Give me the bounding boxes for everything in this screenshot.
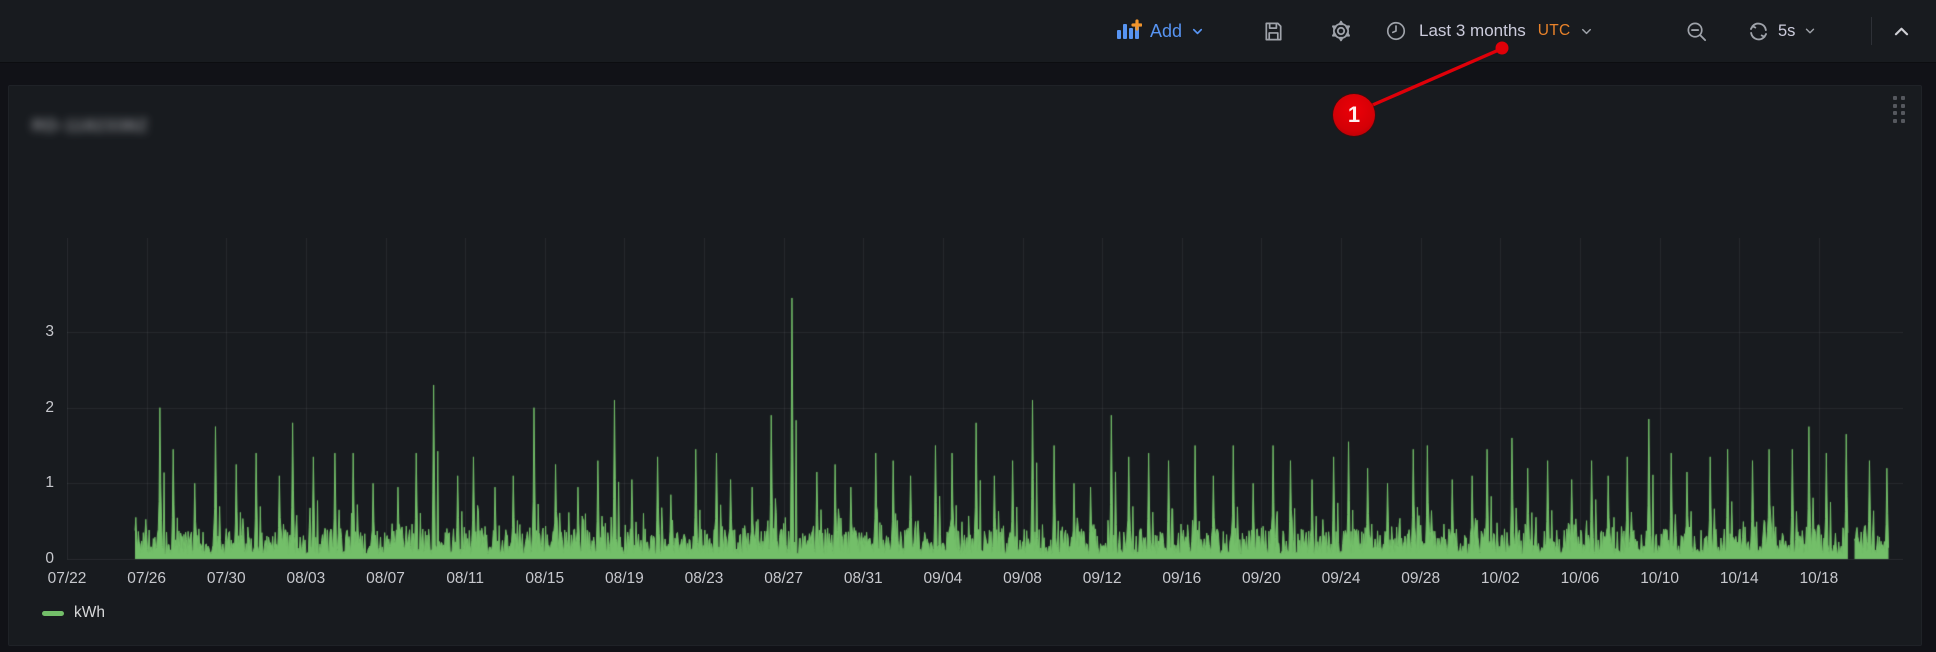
chevron-down-icon xyxy=(1803,24,1817,38)
x-tick-label: 08/03 xyxy=(266,570,346,588)
refresh-picker[interactable]: 5s xyxy=(1747,0,1817,62)
panel-title-redacted: RD-1182338Z xyxy=(32,116,149,136)
legend-series-swatch xyxy=(42,611,64,616)
y-tick-label: 0 xyxy=(14,549,54,569)
x-tick-label: 10/06 xyxy=(1540,570,1620,588)
save-dashboard-button[interactable] xyxy=(1262,0,1285,62)
add-button-label: Add xyxy=(1150,21,1182,42)
x-tick-label: 08/31 xyxy=(823,570,903,588)
panel-drag-handle[interactable] xyxy=(1893,96,1905,123)
x-tick-label: 08/19 xyxy=(584,570,664,588)
x-tick-label: 07/30 xyxy=(186,570,266,588)
annotation-number: 1 xyxy=(1348,102,1360,128)
timezone-label: UTC xyxy=(1538,22,1571,40)
annotation-marker-1: 1 xyxy=(1333,94,1375,136)
dashboard-toolbar: Add Last 3 months UTC xyxy=(0,0,1936,63)
legend-item-kwh[interactable]: kWh xyxy=(42,604,105,622)
bar-chart-plus-icon xyxy=(1116,19,1142,43)
chevron-up-icon xyxy=(1892,22,1911,41)
legend-series-label: kWh xyxy=(74,604,105,622)
zoom-out-time-button[interactable] xyxy=(1685,0,1708,62)
x-tick-label: 09/28 xyxy=(1381,570,1461,588)
y-tick-label: 3 xyxy=(14,322,54,342)
x-tick-label: 10/02 xyxy=(1460,570,1540,588)
clock-icon xyxy=(1385,20,1407,42)
x-tick-label: 07/26 xyxy=(107,570,187,588)
chevron-down-icon xyxy=(1579,24,1594,39)
x-tick-label: 08/07 xyxy=(346,570,426,588)
zoom-out-icon xyxy=(1685,20,1708,43)
add-panel-button[interactable]: Add xyxy=(1116,0,1205,62)
x-tick-label: 09/08 xyxy=(983,570,1063,588)
x-tick-label: 10/14 xyxy=(1699,570,1779,588)
refresh-interval-label: 5s xyxy=(1778,22,1795,41)
dashboard-settings-button[interactable] xyxy=(1329,0,1353,62)
x-tick-label: 09/24 xyxy=(1301,570,1381,588)
toolbar-divider xyxy=(1871,17,1872,45)
x-tick-label: 09/16 xyxy=(1142,570,1222,588)
x-tick-label: 09/04 xyxy=(903,570,983,588)
x-tick-label: 08/15 xyxy=(505,570,585,588)
x-tick-label: 10/18 xyxy=(1779,570,1859,588)
refresh-icon xyxy=(1747,20,1770,43)
x-tick-label: 09/12 xyxy=(1062,570,1142,588)
x-tick-label: 08/27 xyxy=(744,570,824,588)
y-tick-label: 2 xyxy=(14,398,54,418)
y-tick-label: 1 xyxy=(14,473,54,493)
chevron-down-icon xyxy=(1190,24,1205,39)
x-tick-label: 08/23 xyxy=(664,570,744,588)
x-tick-label: 09/20 xyxy=(1221,570,1301,588)
x-tick-label: 10/10 xyxy=(1620,570,1700,588)
x-tick-label: 07/22 xyxy=(27,570,107,588)
time-range-label: Last 3 months xyxy=(1419,21,1526,41)
gear-icon xyxy=(1329,19,1353,43)
collapse-toolbar-button[interactable] xyxy=(1892,0,1911,62)
time-range-picker[interactable]: Last 3 months UTC xyxy=(1385,0,1594,62)
x-tick-label: 08/11 xyxy=(425,570,505,588)
save-icon xyxy=(1262,20,1285,43)
timeseries-chart-canvas[interactable] xyxy=(67,238,1903,560)
